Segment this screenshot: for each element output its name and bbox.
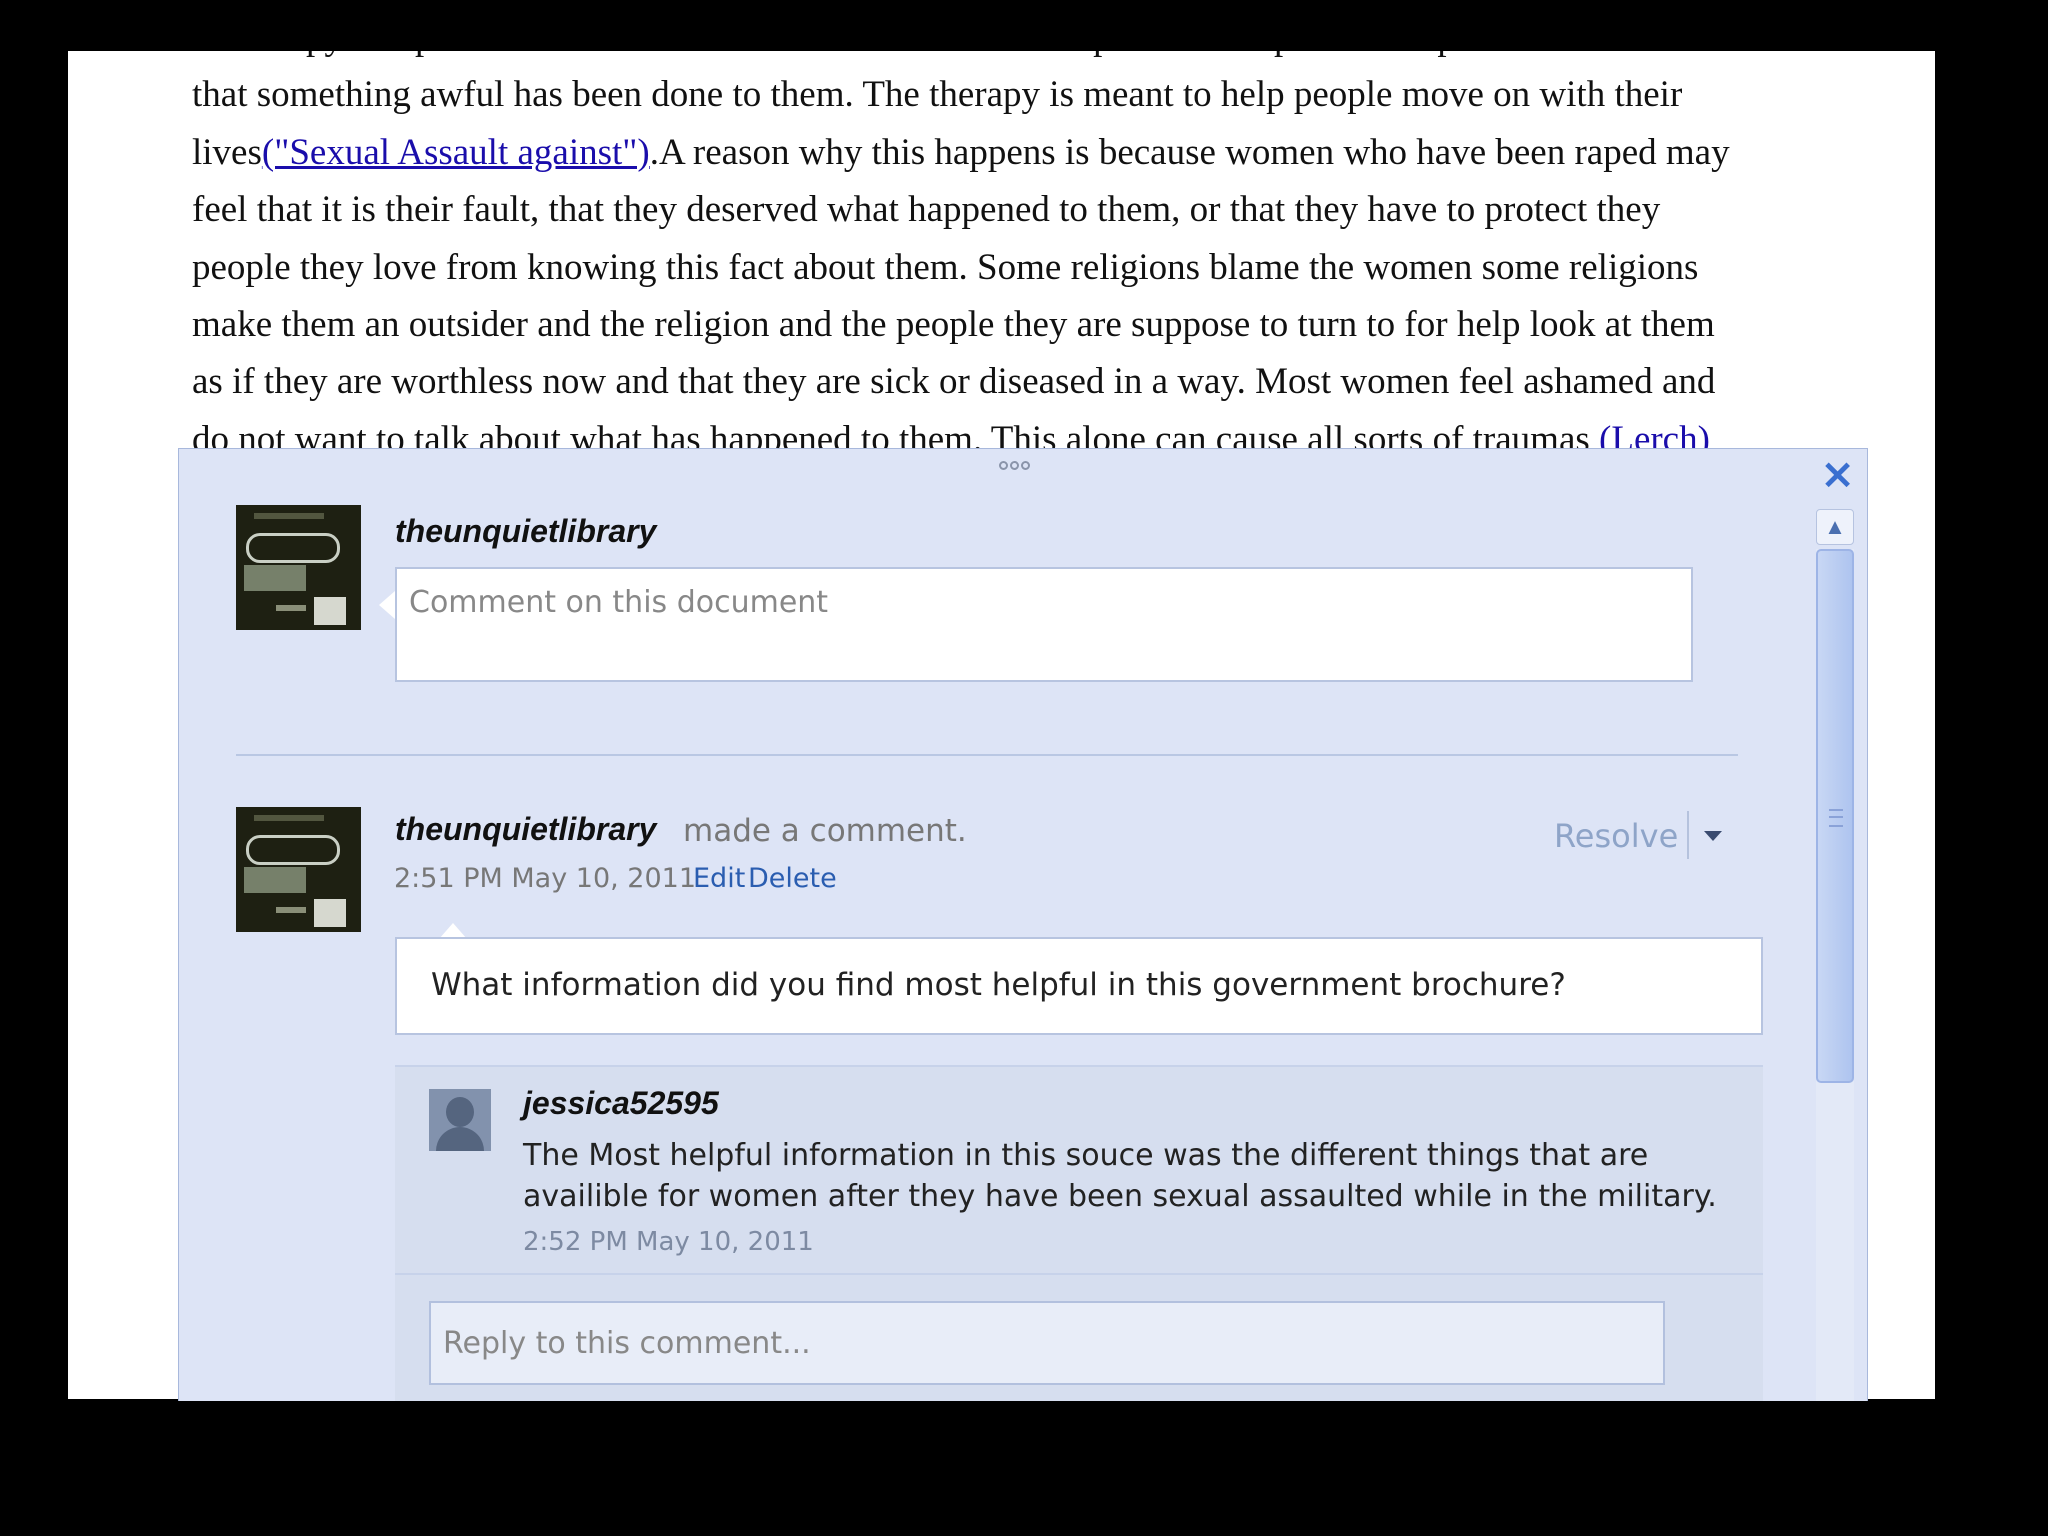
citation-link[interactable]: ("Sexual Assault against") xyxy=(262,132,650,173)
document-text-segment: .A reason why this happens is because wo… xyxy=(649,131,1730,173)
document-line: as if they are worthless now and that th… xyxy=(192,361,1716,403)
scroll-thumb[interactable] xyxy=(1816,549,1854,1083)
edit-link[interactable]: Edit xyxy=(693,863,745,894)
reply-input[interactable] xyxy=(431,1303,1663,1383)
reply-area xyxy=(395,1273,1763,1401)
comment-timestamp: 2:51 PM May 10, 2011 xyxy=(394,863,697,894)
reply-item: jessica52595 The Most helpful informatio… xyxy=(395,1065,1763,1273)
comments-panel: × ▲ theunquietlibrary theunquietlibrary … xyxy=(178,448,1868,1401)
document-line: of therapy one person would need over th… xyxy=(192,51,1912,66)
document-line: that something awful has been done to th… xyxy=(192,74,1683,116)
scroll-track[interactable] xyxy=(1816,549,1854,1401)
document-text: of therapy one person would need over th… xyxy=(192,51,1912,468)
comment-username: theunquietlibrary xyxy=(395,811,657,847)
user-icon xyxy=(429,1089,491,1151)
reply-username: jessica52595 xyxy=(523,1085,719,1121)
chevron-down-icon[interactable] xyxy=(1704,831,1722,841)
document-line: make them an outsider and the religion a… xyxy=(192,303,1715,345)
comment-action: made a comment. xyxy=(683,813,967,849)
delete-link[interactable]: Delete xyxy=(748,863,837,894)
document-line: people they love from knowing this fact … xyxy=(192,246,1699,288)
comment-text: What information did you find most helpf… xyxy=(431,967,1566,1003)
reply-timestamp: 2:52 PM May 10, 2011 xyxy=(523,1227,814,1257)
document-text-segment: lives xyxy=(192,131,262,173)
comment-box-notch xyxy=(379,591,395,619)
avatar xyxy=(236,807,361,932)
scrollbar[interactable]: ▲ xyxy=(1816,509,1854,1401)
comment-body: What information did you find most helpf… xyxy=(395,937,1763,1035)
document-line: lives("Sexual Assault against").A reason… xyxy=(192,124,1912,181)
scroll-up-icon[interactable]: ▲ xyxy=(1816,509,1854,545)
comment-field[interactable] xyxy=(395,567,1693,682)
avatar xyxy=(236,505,361,630)
comment-input[interactable] xyxy=(397,569,1691,636)
new-comment-username: theunquietlibrary xyxy=(395,513,657,549)
divider xyxy=(236,754,1738,756)
resolve-divider xyxy=(1687,811,1689,859)
reply-field[interactable] xyxy=(429,1301,1665,1385)
document-line: feel that it is their fault, that they d… xyxy=(192,189,1661,231)
panel-drag-handle[interactable] xyxy=(999,457,1049,471)
reply-text: The Most helpful information in this sou… xyxy=(523,1138,1717,1214)
close-icon[interactable]: × xyxy=(1820,453,1855,495)
resolve-button[interactable]: Resolve xyxy=(1554,817,1678,855)
scroll-grip-icon xyxy=(1829,809,1843,827)
